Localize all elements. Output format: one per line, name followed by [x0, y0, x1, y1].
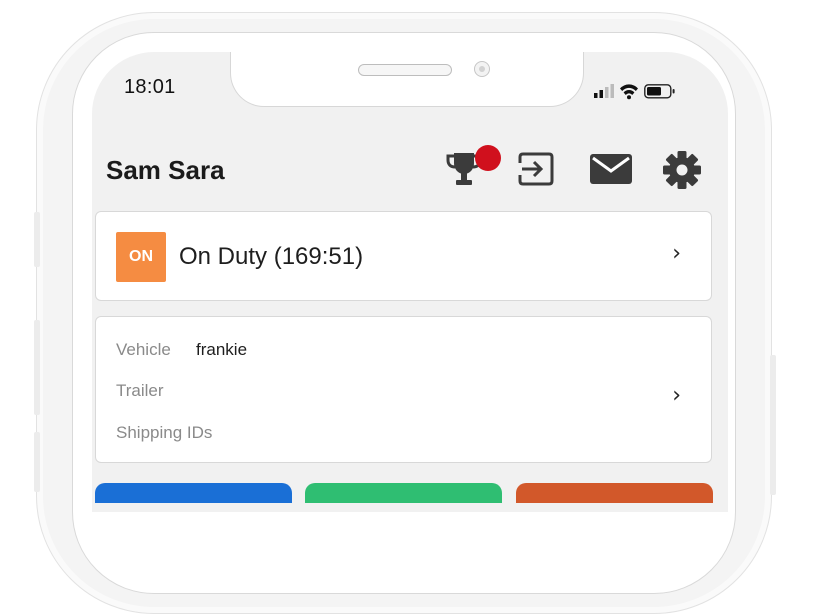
- front-camera: [474, 61, 490, 77]
- driver-name: Sam Sara: [106, 155, 225, 185]
- side-button: [34, 320, 40, 415]
- notch: [230, 52, 584, 107]
- blue-action-button[interactable]: [95, 483, 292, 503]
- duty-status-badge: ON: [116, 232, 166, 282]
- battery-icon: [644, 84, 675, 99]
- logout-icon[interactable]: [516, 151, 556, 192]
- settings-gear-icon[interactable]: [662, 150, 702, 195]
- mail-icon[interactable]: [590, 154, 632, 189]
- side-button: [34, 212, 40, 267]
- assignments-card[interactable]: Vehicle frankie Trailer Shipping IDs ›: [95, 316, 712, 463]
- duty-status-label: On Duty (169:51): [179, 243, 364, 270]
- orange-action-button[interactable]: [516, 483, 713, 503]
- trailer-label: Trailer: [116, 381, 164, 400]
- status-icons: [592, 82, 704, 107]
- side-button: [770, 355, 776, 495]
- wifi-icon: [620, 84, 638, 100]
- signal-icon: [594, 84, 614, 98]
- chevron-right-icon: ›: [672, 241, 681, 266]
- speaker-grille: [358, 64, 452, 76]
- status-time: 18:01: [124, 76, 176, 98]
- shipping-ids-label: Shipping IDs: [116, 423, 213, 442]
- vehicle-value: frankie: [196, 340, 248, 359]
- chevron-right-icon: ›: [672, 383, 681, 408]
- notification-badge: [475, 145, 501, 171]
- vehicle-label: Vehicle: [116, 340, 171, 359]
- green-action-button[interactable]: [305, 483, 502, 503]
- side-button: [34, 432, 40, 492]
- duty-status-card[interactable]: ON On Duty (169:51) ›: [95, 211, 712, 301]
